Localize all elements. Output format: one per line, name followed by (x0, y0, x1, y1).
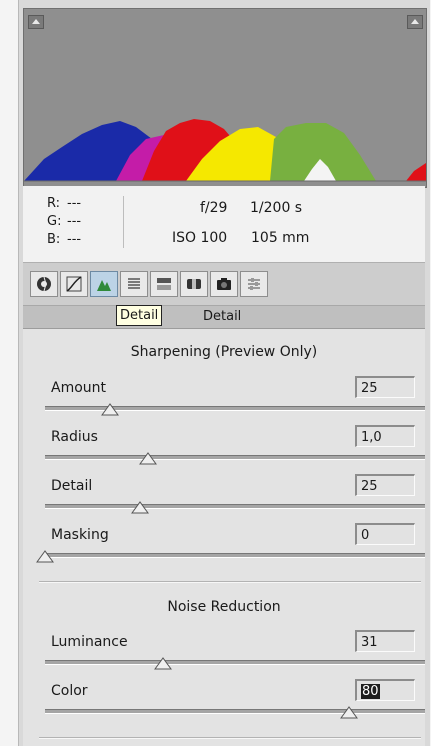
histogram (23, 8, 427, 188)
detail-panel-content: Sharpening (Preview Only) Amount 25 Radi… (23, 329, 425, 746)
tab-split-toning[interactable] (150, 271, 178, 297)
amount-label: Amount (51, 380, 107, 396)
tab-detail[interactable] (90, 271, 118, 297)
detail-slider[interactable] (45, 501, 425, 514)
histogram-graph (24, 119, 426, 182)
detail-tooltip: Detail (116, 305, 163, 326)
amount-value-field[interactable]: 25 (355, 376, 415, 398)
basic-icon (37, 276, 51, 292)
tab-tone-curve[interactable] (60, 271, 88, 297)
luminance-value-field[interactable]: 31 (355, 630, 415, 652)
g-readout: G: --- (47, 214, 82, 229)
tab-presets[interactable] (240, 271, 268, 297)
masking-value-field[interactable]: 0 (355, 523, 415, 545)
panel-title: Detail (203, 309, 242, 324)
detail-label: Detail (51, 478, 93, 494)
split-toning-icon (157, 278, 171, 290)
tone-curve-icon (66, 276, 82, 292)
info-divider (123, 196, 124, 248)
iso-value: ISO 100 (172, 230, 228, 246)
luminance-label: Luminance (51, 634, 128, 650)
sharpening-title: Sharpening (Preview Only) (130, 344, 318, 360)
aperture-value: f/29 (200, 200, 228, 216)
color-value-field[interactable]: 80 (355, 679, 415, 701)
detail-icon (97, 280, 111, 291)
panel-header: Detail (23, 306, 425, 329)
section-divider-bottom (39, 737, 421, 739)
radius-slider[interactable] (45, 452, 425, 465)
highlight-clipping-button[interactable] (407, 15, 423, 29)
r-readout: R: --- (47, 196, 82, 211)
amount-slider[interactable] (45, 403, 425, 416)
color-slider[interactable] (45, 706, 425, 719)
noise-reduction-title: Noise Reduction (167, 599, 281, 615)
hsl-icon (128, 278, 140, 289)
shadow-clipping-icon (32, 19, 40, 24)
lens-corrections-icon (187, 279, 201, 289)
histogram-red-right (406, 163, 426, 181)
shutter-value: 1/200 s (250, 200, 303, 216)
tab-hsl[interactable] (120, 271, 148, 297)
camera-raw-panel: R: --- G: --- B: --- f/29 1/200 s ISO 100 1… (18, 0, 430, 746)
luminance-slider[interactable] (45, 657, 425, 670)
masking-slider[interactable] (36, 550, 425, 563)
camera-calibration-icon (217, 278, 231, 290)
highlight-clipping-icon (411, 19, 419, 24)
masking-label: Masking (51, 527, 109, 543)
detail-value-field[interactable]: 25 (355, 474, 415, 496)
tab-lens-corrections[interactable] (180, 271, 208, 297)
radius-label: Radius (51, 429, 98, 445)
presets-icon (248, 278, 260, 290)
shadow-clipping-button[interactable] (28, 15, 44, 29)
image-info: R: --- G: --- B: --- f/29 1/200 s ISO 100 1… (23, 186, 425, 263)
section-divider (39, 581, 421, 583)
tab-basic[interactable] (30, 271, 58, 297)
radius-value-field[interactable]: 1,0 (355, 425, 415, 447)
b-readout: B: --- (47, 232, 82, 247)
panel-tabs-toolbar (23, 263, 425, 306)
tab-camera-calibration[interactable] (210, 271, 238, 297)
color-label: Color (51, 683, 88, 699)
focal-length-value: 105 mm (251, 230, 310, 246)
